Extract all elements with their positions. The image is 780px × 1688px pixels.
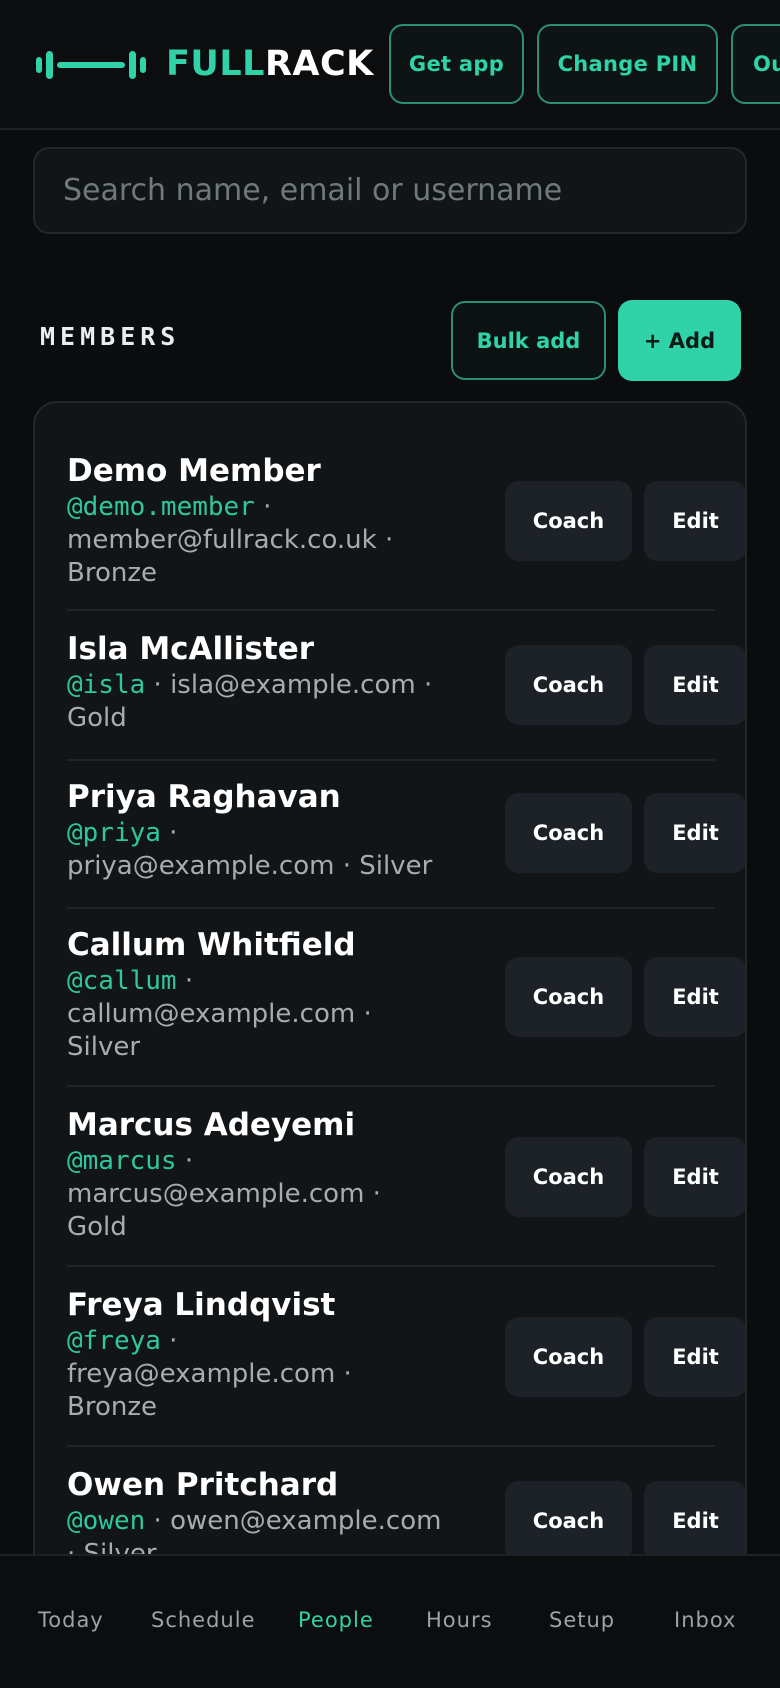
member-username-line: @callum ·: [67, 966, 194, 996]
nav-inbox[interactable]: Inbox: [674, 1608, 736, 1632]
row-divider: [67, 1445, 715, 1447]
edit-button[interactable]: Edit: [644, 793, 745, 873]
row-divider: [67, 1265, 715, 1267]
member-username-line: @priya ·: [67, 818, 178, 848]
member-name: Callum Whitfield: [67, 927, 356, 963]
member-username: @owen: [67, 1506, 146, 1536]
edit-button[interactable]: Edit: [644, 957, 745, 1037]
member-name: Freya Lindqvist: [67, 1287, 336, 1323]
member-username-line: @freya ·: [67, 1326, 178, 1356]
row-divider: [67, 907, 715, 909]
coach-button[interactable]: Coach: [505, 1137, 632, 1217]
change-pin-button[interactable]: Change PIN: [537, 24, 718, 104]
barbell-logo-icon: [36, 48, 146, 82]
brand-rest: RACK: [264, 44, 374, 84]
nav-schedule[interactable]: Schedule: [151, 1608, 256, 1632]
coach-button[interactable]: Coach: [505, 481, 632, 561]
member-tier: Gold: [67, 1212, 127, 1242]
edit-button[interactable]: Edit: [644, 481, 745, 561]
row-divider: [67, 1085, 715, 1087]
nav-people[interactable]: People: [298, 1608, 374, 1632]
edit-button[interactable]: Edit: [644, 1481, 745, 1561]
app-header: FULLRACK Get app Change PIN Ou: [0, 0, 780, 130]
row-divider: [67, 609, 715, 611]
member-row: Isla McAllister @isla · isla@example.com…: [67, 631, 745, 761]
member-row: Callum Whitfield @callum · callum@exampl…: [67, 927, 745, 1087]
members-list: Demo Member @demo.member · member@fullra…: [33, 401, 747, 1688]
member-tier: Silver: [67, 1032, 141, 1062]
member-username: @callum: [67, 966, 177, 996]
member-name: Demo Member: [67, 453, 321, 489]
coach-button[interactable]: Coach: [505, 1481, 632, 1561]
nav-hours[interactable]: Hours: [426, 1608, 493, 1632]
edit-button[interactable]: Edit: [644, 645, 745, 725]
member-username-line: @owen · owen@example.com: [67, 1506, 442, 1536]
nav-setup[interactable]: Setup: [549, 1608, 615, 1632]
member-email-line: priya@example.com · Silver: [67, 851, 433, 881]
members-section-title: MEMBERS: [40, 322, 181, 351]
member-username: @demo.member: [67, 492, 255, 522]
member-row: Marcus Adeyemi @marcus · marcus@example.…: [67, 1107, 745, 1267]
member-username: @marcus: [67, 1146, 177, 1176]
add-member-button[interactable]: + Add: [618, 300, 741, 381]
member-name: Owen Pritchard: [67, 1467, 339, 1503]
brand-accent: FULL: [166, 44, 265, 84]
coach-button[interactable]: Coach: [505, 957, 632, 1037]
member-email-line: marcus@example.com ·: [67, 1179, 381, 1209]
edit-button[interactable]: Edit: [644, 1317, 745, 1397]
member-tier: Bronze: [67, 558, 157, 588]
coach-button[interactable]: Coach: [505, 1317, 632, 1397]
coach-button[interactable]: Coach: [505, 645, 632, 725]
nav-today[interactable]: Today: [38, 1608, 104, 1632]
member-row: Freya Lindqvist @freya · freya@example.c…: [67, 1287, 745, 1447]
member-username-line: @marcus ·: [67, 1146, 194, 1176]
search-input[interactable]: [33, 147, 747, 234]
member-username: @priya: [67, 818, 161, 848]
member-tier: Bronze: [67, 1392, 157, 1422]
member-username-line: @demo.member ·: [67, 492, 272, 522]
member-username: @freya: [67, 1326, 161, 1356]
logout-button[interactable]: Ou: [731, 24, 780, 104]
member-row: Priya Raghavan @priya · priya@example.co…: [67, 779, 745, 909]
member-email-line: freya@example.com ·: [67, 1359, 352, 1389]
member-row: Demo Member @demo.member · member@fullra…: [67, 453, 745, 611]
member-email-line: callum@example.com ·: [67, 999, 372, 1029]
member-name: Isla McAllister: [67, 631, 315, 667]
bulk-add-button[interactable]: Bulk add: [451, 301, 606, 380]
bottom-nav: [0, 1554, 780, 1688]
member-tier: Gold: [67, 703, 127, 733]
get-app-button[interactable]: Get app: [389, 24, 524, 104]
edit-button[interactable]: Edit: [644, 1137, 745, 1217]
member-name: Marcus Adeyemi: [67, 1107, 356, 1143]
member-name: Priya Raghavan: [67, 779, 341, 815]
brand-wordmark: FULLRACK: [166, 40, 374, 88]
member-username: @isla: [67, 670, 146, 700]
coach-button[interactable]: Coach: [505, 793, 632, 873]
member-email-line: member@fullrack.co.uk ·: [67, 525, 394, 555]
member-username-line: @isla · isla@example.com ·: [67, 670, 433, 700]
row-divider: [67, 759, 715, 761]
